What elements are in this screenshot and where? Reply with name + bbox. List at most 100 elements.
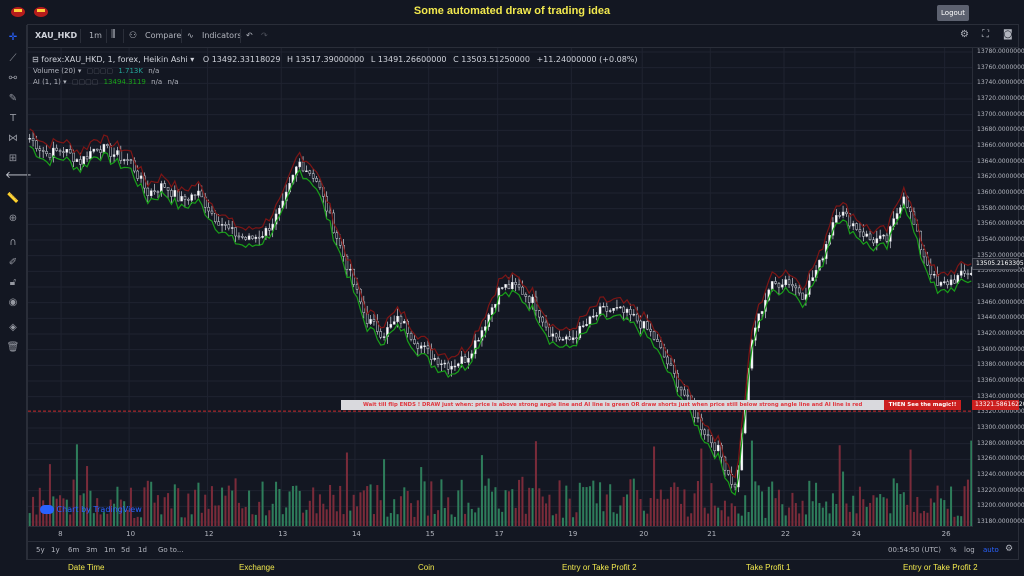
volume-bar [683,489,686,526]
volume-bar [872,495,875,526]
candle-body [369,319,372,324]
lock-icon[interactable]: 🔓︎ [5,275,21,291]
volume-bar [794,503,797,526]
range-button-1y[interactable]: 1y [51,546,60,554]
utc-clock[interactable]: 00:54:50 (UTC) [888,546,941,554]
brush-icon[interactable]: ✎ [5,91,21,107]
candle-body [588,316,592,325]
range-button-5d[interactable]: 5d [121,546,130,554]
back-arrow-icon[interactable]: 🡐 [5,168,32,184]
study-controls-icon[interactable]: ▢▢▢▢ [72,78,98,86]
camera-icon[interactable]: ◙ [1003,29,1013,40]
volume-bar [518,479,521,526]
volume-bar [842,471,845,526]
study-controls-icon[interactable]: ▢▢▢▢ [87,67,113,75]
volume-bar [501,511,504,526]
legend-change: +11.24000000 (+0.08%) [536,55,638,64]
fullscreen-icon[interactable]: ⛶ [982,29,989,40]
range-button-1d[interactable]: 1d [138,546,147,554]
time-tick-label: 13 [278,530,288,538]
undo-icon[interactable]: ↶ [246,31,253,40]
price-tick-label: 13580.00000000 [977,204,1024,212]
candle-body [139,175,143,179]
legend-symbol[interactable]: forex:XAU_HKD, 1, forex, Heikin Ashi [41,55,188,64]
volume-bar [146,480,149,526]
auto-toggle[interactable]: auto [983,546,999,554]
candle-body [595,315,598,317]
volume-bar [389,513,392,526]
volume-bar [366,486,369,526]
candle-body [102,144,106,153]
candle-body [943,281,946,283]
fib-icon[interactable]: ⚯ [5,71,21,87]
eye-icon[interactable]: ◉ [5,295,21,311]
trash-icon[interactable]: 🗑︎ [5,340,21,356]
volume-bar [170,508,173,526]
interval-button[interactable]: 1m [89,31,102,40]
candle-body [372,319,376,322]
compare-button[interactable]: Compare [145,31,181,40]
legend-collapse-icon[interactable]: ⊟ [32,55,39,64]
volume-bar [919,513,922,526]
price-chart[interactable] [28,48,973,526]
log-toggle[interactable]: log [964,546,975,554]
percent-toggle[interactable]: % [950,546,957,554]
settings-icon[interactable]: ⚙ [960,29,969,40]
range-button-3m[interactable]: 3m [86,546,97,554]
tradingview-watermark[interactable]: Chart by TradingView [40,505,142,514]
ruler-icon[interactable]: 📏 [5,191,21,207]
candle-body [629,309,632,315]
layers-icon[interactable]: ◈ [5,320,21,336]
volume-study-label[interactable]: Volume (20) [33,67,76,75]
forecast-icon[interactable]: ⊞ [5,151,21,167]
volume-bar [963,486,966,526]
candle-body [227,224,231,229]
candle-body [136,170,139,179]
volume-bar [956,515,959,526]
legend-open: O 13492.33118029 [202,55,281,64]
candle-body [207,207,210,212]
volume-bar [747,512,750,526]
price-tick-label: 13720.00000000 [977,95,1024,102]
compare-icon[interactable]: ⚇ [129,31,137,41]
time-tick-label: 26 [941,530,951,538]
symbol-search[interactable]: XAU_HKD [35,31,77,40]
crosshair-icon[interactable]: ✛ [5,30,21,46]
range-button-5y[interactable]: 5y [36,546,45,554]
indicators-icon[interactable]: ∿ [187,31,194,40]
trendline-icon[interactable]: ⟋ [5,51,21,67]
candle-body [38,148,42,151]
zoom-icon[interactable]: ⊕ [5,211,21,227]
volume-bar [315,513,318,526]
goto-button[interactable]: Go to... [158,546,184,554]
settings-icon[interactable]: ⚙ [1005,544,1013,554]
text-icon[interactable]: T [5,111,21,127]
volume-bar [278,488,281,526]
chevron-down-icon[interactable]: ▾ [188,55,194,64]
redo-icon[interactable]: ↷ [261,31,268,40]
magnet-icon[interactable]: ∩ [5,235,21,251]
volume-bar [480,455,483,526]
candle-body [858,229,862,233]
candle-body [882,234,885,237]
volume-bar [190,514,193,526]
ai-study-label[interactable]: AI (1, 1) [33,78,61,86]
candle-body [558,336,561,340]
logout-button[interactable]: Logout [937,5,969,21]
range-button-1m[interactable]: 1m [104,546,115,554]
volume-bar [386,516,389,526]
volume-bar [831,493,834,526]
range-button-6m[interactable]: 6m [68,546,79,554]
indicators-button[interactable]: Indicators [202,31,242,40]
candle-body [872,239,875,244]
lock-drawings-icon[interactable]: ✐ [5,255,21,271]
candle-style-icon[interactable]: ⫼ [111,29,116,40]
volume-bar [470,508,473,526]
volume-bar [737,513,740,526]
toolbar-divider [240,29,241,43]
volume-bar [295,485,298,526]
candle-body [963,270,966,274]
pattern-icon[interactable]: ⋈ [5,131,21,147]
candle-body [592,315,595,318]
candle-body [612,308,615,311]
